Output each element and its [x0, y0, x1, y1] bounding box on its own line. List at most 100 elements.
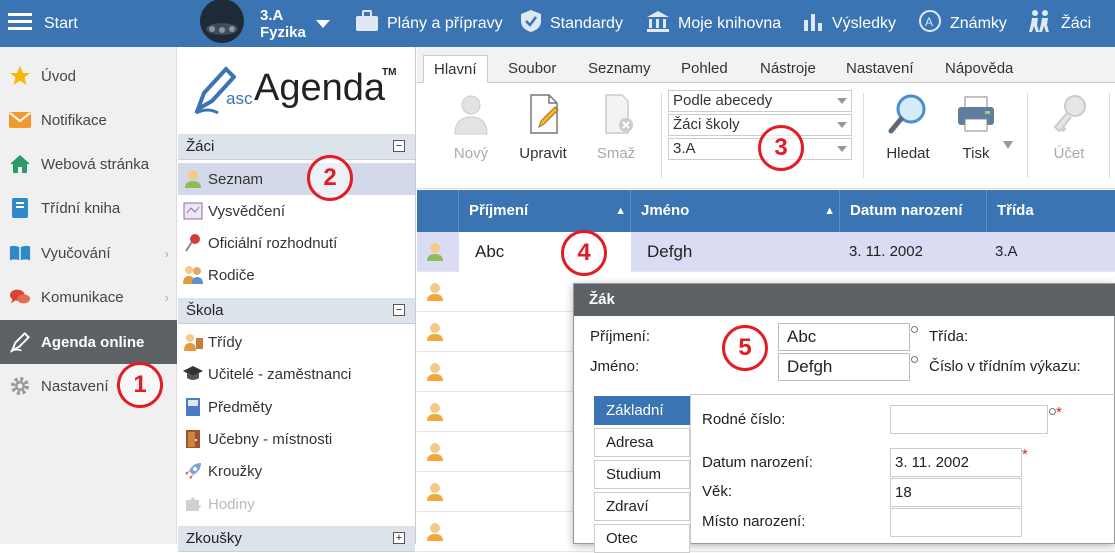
- gear-icon: [9, 375, 31, 397]
- graduation-cap-icon: [182, 363, 204, 385]
- sidebar-item-label: Úvod: [41, 67, 77, 85]
- ribbon-separator: [1109, 93, 1110, 178]
- expand-icon[interactable]: +: [393, 532, 405, 544]
- tree-group-zkousky[interactable]: Zkoušky +: [178, 526, 415, 552]
- tree-item-hodiny: Hodiny: [178, 488, 415, 520]
- print-dropdown-icon[interactable]: [1003, 141, 1013, 149]
- tree-group-skola[interactable]: Škola −: [178, 298, 415, 324]
- sidebar-item-label: Třídní kniha: [41, 199, 121, 217]
- sidebar-item-vyucovani[interactable]: Vyučování ›: [0, 231, 177, 275]
- callout-badge: 4: [561, 230, 607, 276]
- sidebar-item-agenda-online[interactable]: Agenda online: [0, 320, 177, 364]
- pin-icon: [182, 232, 204, 254]
- cell-trida: 3.A: [995, 243, 1018, 260]
- callout-badge: 2: [307, 155, 353, 201]
- tree-group-label: Žáci: [186, 138, 215, 155]
- shield-check-icon: [520, 9, 550, 38]
- scope-select[interactable]: Žáci školy: [668, 114, 852, 136]
- tree-item-rodice[interactable]: Rodiče: [178, 259, 415, 291]
- nav-grades[interactable]: A Známky: [918, 0, 1007, 47]
- name-label: Jméno:: [590, 358, 640, 375]
- tab-zdravi[interactable]: Zdraví: [594, 492, 690, 521]
- header-label: Příjmení: [469, 202, 529, 219]
- header-prijmeni[interactable]: Příjmení ▲: [459, 190, 631, 232]
- tree-item-oficialni-rozhodnuti[interactable]: Oficiální rozhodnutí: [178, 227, 415, 259]
- student-icon: [426, 282, 444, 305]
- sort-asc-icon: ▲: [615, 205, 626, 217]
- logo-name: Agenda: [254, 67, 386, 109]
- logo-tm: TM: [382, 67, 397, 78]
- tab-otec[interactable]: Otec: [594, 524, 690, 553]
- ribbon-separator: [1027, 93, 1028, 178]
- sidebar-item-label: Vyučování: [41, 244, 111, 262]
- collapse-icon[interactable]: −: [393, 140, 405, 152]
- door-icon: [182, 428, 204, 450]
- search-button[interactable]: Hledat: [878, 93, 938, 162]
- tree-item-ucitele[interactable]: Učitelé - zaměstnanci: [178, 358, 415, 390]
- class-name: 3.A: [260, 6, 284, 24]
- chevron-right-icon: ›: [164, 245, 169, 261]
- surname-field[interactable]: Abc: [778, 323, 910, 351]
- tree-group-label: Škola: [186, 302, 224, 319]
- sidebar-item-tridni-kniha[interactable]: Třídní kniha: [0, 186, 177, 230]
- tree-item-krouzky[interactable]: Kroužky: [178, 455, 415, 487]
- nav-students[interactable]: Žáci: [1027, 0, 1091, 47]
- briefcase-icon: [355, 10, 387, 37]
- delete-button[interactable]: Smaž: [586, 93, 646, 162]
- sidebar-item-komunikace[interactable]: Komunikace ›: [0, 275, 177, 319]
- sidebar-item-label: Komunikace: [41, 288, 124, 306]
- class-subject-selector[interactable]: 3.A Fyzika: [192, 0, 338, 47]
- top-bar: Start 3.A Fyzika Plány a přípravy Standa…: [0, 0, 1115, 47]
- header-jmeno[interactable]: Jméno ▲: [631, 190, 840, 232]
- tab-studium[interactable]: Studium: [594, 460, 690, 489]
- tree-group-zaci[interactable]: Žáci −: [178, 134, 415, 160]
- sort-order-select[interactable]: Podle abecedy: [668, 90, 852, 112]
- grid-header: Příjmení ▲ Jméno ▲ Datum narození Třída: [417, 190, 1115, 232]
- tab-napoveda[interactable]: Nápověda: [935, 55, 1023, 83]
- nav-grades-label: Známky: [950, 14, 1007, 32]
- age-field[interactable]: 18: [890, 478, 1022, 507]
- nav-standards[interactable]: Standardy: [520, 0, 623, 47]
- birth-date-field[interactable]: 3. 11. 2002: [890, 448, 1022, 477]
- tree-item-label: Kroužky: [208, 462, 263, 480]
- required-marker: *: [1022, 446, 1028, 463]
- sidebar-item-notifikace[interactable]: Notifikace: [0, 98, 177, 142]
- tab-nastroje[interactable]: Nástroje: [750, 55, 826, 83]
- tab-nastaveni[interactable]: Nastavení: [836, 55, 924, 83]
- required-dot-icon: [911, 326, 918, 333]
- tree-item-tridy[interactable]: Třídy: [178, 326, 415, 358]
- tab-adresa[interactable]: Adresa: [594, 428, 690, 457]
- start-button[interactable]: Start: [8, 0, 78, 47]
- tab-pohled[interactable]: Pohled: [671, 55, 738, 83]
- nav-library[interactable]: Moje knihovna: [646, 0, 781, 47]
- subject-book-icon: [182, 396, 204, 418]
- new-button[interactable]: Nový: [441, 93, 501, 162]
- start-label: Start: [44, 14, 78, 32]
- account-button[interactable]: Účet: [1039, 93, 1099, 162]
- edit-button[interactable]: Upravit: [513, 93, 573, 162]
- tree-item-predmety[interactable]: Předměty: [178, 391, 415, 423]
- sidebar-item-uvod[interactable]: Úvod: [0, 54, 177, 98]
- tree-item-seznam[interactable]: Seznam: [178, 163, 415, 195]
- header-datum-narozeni[interactable]: Datum narození: [840, 190, 987, 232]
- logo-prefix: asc: [226, 89, 253, 108]
- tree-item-ucebny[interactable]: Učebny - místnosti: [178, 423, 415, 455]
- nav-results[interactable]: Výsledky: [802, 0, 896, 47]
- birthplace-field[interactable]: [890, 508, 1022, 537]
- collapse-icon[interactable]: −: [393, 304, 405, 316]
- tree-item-vysvedceni[interactable]: Vysvědčení: [178, 195, 415, 227]
- tab-seznamy[interactable]: Seznamy: [578, 55, 661, 83]
- tab-hlavni[interactable]: Hlavní: [423, 55, 488, 83]
- nav-plans[interactable]: Plány a přípravy: [355, 0, 503, 47]
- print-button[interactable]: Tisk: [946, 93, 1006, 162]
- tab-soubor[interactable]: Soubor: [498, 55, 566, 83]
- student-icon: [426, 442, 444, 465]
- table-row[interactable]: Abc Defgh 3. 11. 2002 3.A: [417, 232, 1115, 272]
- nav-results-label: Výsledky: [832, 14, 897, 32]
- header-trida[interactable]: Třída: [987, 190, 1115, 232]
- birth-number-field[interactable]: [890, 405, 1048, 434]
- tab-zakladni[interactable]: Základní: [594, 396, 690, 425]
- edit-document-icon: [523, 94, 563, 139]
- name-field[interactable]: Defgh: [778, 353, 910, 381]
- sidebar-item-webova-stranka[interactable]: Webová stránka: [0, 142, 177, 186]
